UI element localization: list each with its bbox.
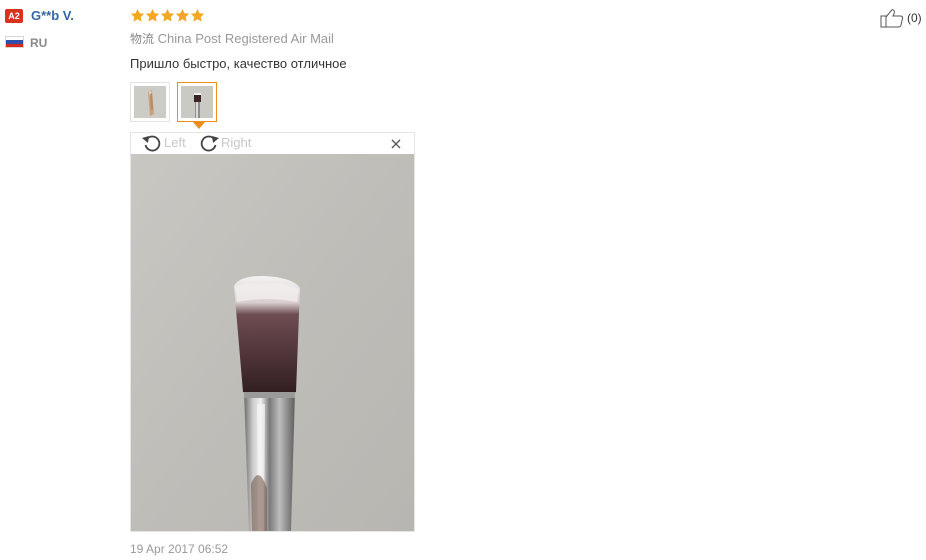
close-icon: × (389, 134, 403, 153)
star-icon (190, 8, 205, 23)
buyer-level-badge: A2 (5, 9, 23, 23)
photo-viewer: Left Right × (130, 132, 415, 532)
star-icon (160, 8, 175, 23)
rotate-right-icon (200, 135, 219, 152)
buyer-country: RU (30, 36, 48, 50)
rotate-left-icon (142, 135, 161, 152)
buyer-name: G**b V. (31, 8, 74, 23)
logistics-value: China Post Registered Air Mail (157, 31, 334, 46)
selected-thumbnail-pointer (193, 122, 205, 129)
rotate-left-button[interactable]: Left (141, 134, 186, 152)
review-photo-thumbnail-1[interactable] (130, 82, 170, 122)
star-icon (175, 8, 190, 23)
rotate-left-label: Left (164, 135, 186, 150)
russia-flag-icon (5, 36, 24, 48)
viewer-toolbar: Left Right × (131, 133, 414, 154)
rotate-right-label: Right (221, 135, 252, 150)
makeup-brush-photo (131, 154, 414, 531)
star-icon (130, 8, 145, 23)
close-viewer-button[interactable]: × (389, 134, 403, 153)
helpful-count: (0) (907, 11, 922, 25)
brush-photo-icon (134, 86, 166, 118)
review-date: 19 Apr 2017 06:52 (130, 542, 229, 556)
logistics-label: 物流 (130, 32, 155, 46)
review-photo-large (131, 154, 414, 531)
rating-stars (130, 8, 205, 24)
rotate-right-button[interactable]: Right (198, 134, 251, 152)
brush-photo-icon (181, 86, 213, 118)
review-photo-thumbnail-2[interactable] (177, 82, 217, 122)
logistics-info: 物流 China Post Registered Air Mail (130, 31, 334, 47)
review-text: Пришло быстро, качество отлично​е (130, 56, 347, 71)
helpful-button[interactable]: (0) (880, 8, 922, 28)
star-icon (145, 8, 160, 23)
thumbs-up-icon (880, 9, 904, 28)
